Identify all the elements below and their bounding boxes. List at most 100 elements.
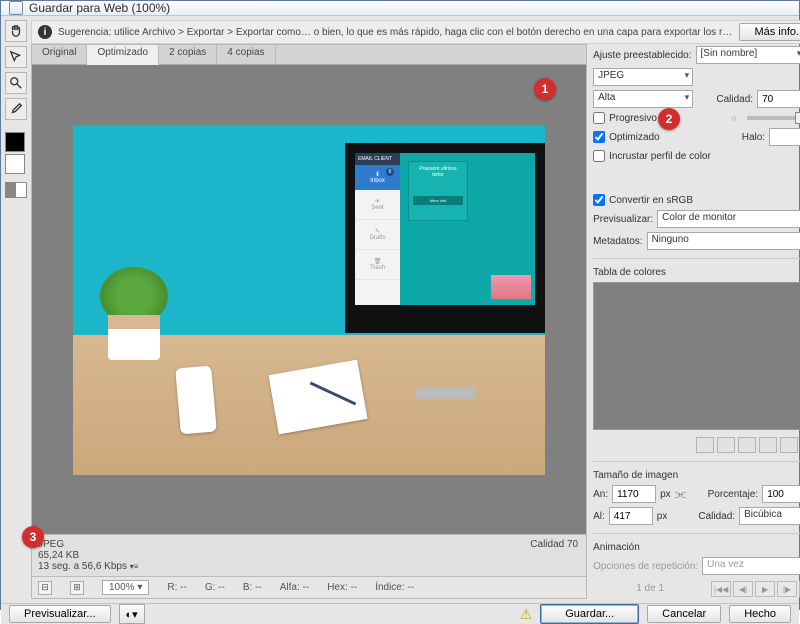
preview-button[interactable]: Previsualizar... (9, 605, 111, 623)
next-frame-button: |▶ (777, 581, 797, 597)
zoom-out-button[interactable]: ⊟ (38, 581, 52, 595)
tab-4up[interactable]: 4 copias (217, 45, 275, 64)
more-info-button[interactable]: Más info. (739, 23, 800, 41)
readout-hex: Hex: -- (327, 582, 357, 593)
px-unit-2: px (657, 511, 668, 522)
tab-optimized[interactable]: Optimizado (87, 45, 159, 65)
percent-label: Porcentaje: (708, 489, 759, 500)
optimized-label: Optimizado (609, 132, 660, 143)
percent-input[interactable] (762, 485, 800, 503)
ct-action-4[interactable] (759, 437, 777, 453)
blur-slider[interactable] (747, 116, 800, 120)
resample-select[interactable]: Bicúbica (739, 507, 800, 525)
window-icon (9, 1, 23, 15)
format-select[interactable]: JPEG (593, 68, 693, 86)
prev-frame-button: ◀| (733, 581, 753, 597)
quality-label: Calidad: (716, 94, 753, 105)
info-icon: i (38, 25, 52, 39)
embed-profile-label: Incrustar perfil de color (609, 151, 711, 162)
metadata-select[interactable]: Ninguno (647, 232, 800, 250)
quality-preset-select[interactable]: Alta (593, 90, 693, 108)
quality-input[interactable] (757, 90, 800, 108)
window-title: Guardar para Web (100%) (29, 1, 170, 15)
height-input[interactable] (609, 507, 653, 525)
cancel-button[interactable]: Cancelar (647, 605, 721, 623)
preview-panel: Original Optimizado 2 copias 4 copias (31, 44, 587, 599)
ct-action-2[interactable] (717, 437, 735, 453)
color-table (593, 282, 800, 430)
loop-options-select: Una vez (702, 557, 800, 575)
convert-srgb-checkbox[interactable] (593, 194, 605, 206)
blur-label: ○ (731, 113, 736, 123)
info-format: JPEG (38, 539, 580, 550)
hint-text: Sugerencia: utilice Archivo > Exportar >… (58, 27, 733, 38)
ct-lock-icon[interactable] (738, 437, 756, 453)
embed-profile-checkbox[interactable] (593, 150, 605, 162)
ct-action-1[interactable] (696, 437, 714, 453)
annotation-marker-1: 1 (534, 78, 556, 100)
preset-select[interactable]: [Sin nombre] (696, 46, 800, 64)
image-size-title: Tamaño de imagen (593, 470, 800, 481)
color-table-label: Tabla de colores (593, 267, 800, 278)
metadata-label: Metadatos: (593, 236, 642, 247)
color-swatches[interactable] (5, 132, 27, 174)
animation-title: Animación (593, 542, 800, 553)
annotation-marker-2: 2 (658, 108, 680, 130)
readout-alpha: Alfa: -- (280, 582, 309, 593)
annotation-marker-3: 3 (22, 526, 44, 548)
zoom-value[interactable]: 100% ▾ (102, 580, 149, 595)
background-swatch[interactable] (5, 154, 25, 174)
save-for-web-dialog: Guardar para Web (100%) i Sugerencia: ut… (0, 0, 800, 610)
zoom-status-bar: ⊟ ⊞ 100% ▾ R: -- G: -- B: -- Alfa: -- He… (32, 576, 586, 598)
done-button[interactable]: Hecho (729, 605, 791, 623)
play-button: ▶ (755, 581, 775, 597)
preview-mode-select[interactable]: Color de monitor (657, 210, 800, 228)
convert-srgb-label: Convertir en sRGB (609, 195, 693, 206)
zoom-tool[interactable] (5, 72, 27, 94)
preview-mode-label: Previsualizar: (593, 214, 653, 225)
matte-select[interactable] (769, 128, 800, 146)
color-table-actions (593, 437, 800, 453)
resample-label: Calidad: (698, 511, 735, 522)
frame-counter: 1 de 1 (593, 583, 707, 594)
tool-strip (5, 20, 27, 599)
zoom-in-button[interactable]: ⊞ (70, 581, 84, 595)
tab-2up[interactable]: 2 copias (159, 45, 217, 64)
info-filesize: 65,24 KB (38, 550, 580, 561)
progressive-label: Progresivo (609, 113, 657, 124)
preset-label: Ajuste preestablecido: (593, 50, 691, 61)
link-dimensions-icon[interactable]: ⫘ (675, 486, 687, 502)
preview-image: EMAIL CLIENT ⬇Inbox6 ✈Sent ✎Drafts 🗑Tras… (73, 125, 545, 475)
foreground-swatch[interactable] (5, 132, 25, 152)
dialog-footer: Previsualizar... ◐▾ ⚠ Guardar... Cancela… (1, 603, 799, 624)
loop-options-label: Opciones de repetición: (593, 561, 698, 572)
px-unit-1: px (660, 489, 671, 500)
height-label: Al: (593, 511, 605, 522)
matte-label: Halo: (742, 132, 765, 143)
preview-canvas-area[interactable]: EMAIL CLIENT ⬇Inbox6 ✈Sent ✎Drafts 🗑Tras… (32, 65, 586, 534)
optimized-checkbox[interactable] (593, 131, 605, 143)
preview-tabs: Original Optimizado 2 copias 4 copias (32, 45, 586, 65)
readout-g: G: -- (205, 582, 225, 593)
hint-bar: i Sugerencia: utilice Archivo > Exportar… (31, 20, 800, 44)
eyedropper-tool[interactable] (5, 98, 27, 120)
titlebar[interactable]: Guardar para Web (100%) (1, 1, 799, 16)
width-label: An: (593, 489, 608, 500)
info-download-time: 13 seg. a 56,6 Kbps (38, 561, 127, 572)
readout-r: R: -- (167, 582, 186, 593)
ct-action-5[interactable] (780, 437, 798, 453)
settings-panel: Ajuste preestablecido: [Sin nombre] ▾≡ J… (591, 44, 800, 599)
save-button[interactable]: Guardar... (540, 604, 639, 624)
readout-index: Índice: -- (375, 582, 414, 593)
preview-info-footer: JPEG 65,24 KB 13 seg. a 56,6 Kbps ▾≡ Cal… (32, 534, 586, 576)
slice-visibility-toggle[interactable] (5, 182, 27, 198)
width-input[interactable] (612, 485, 656, 503)
readout-b: B: -- (243, 582, 262, 593)
progressive-checkbox[interactable] (593, 112, 605, 124)
warning-icon: ⚠ (520, 606, 533, 623)
info-quality: Calidad 70 (530, 539, 578, 550)
browser-preview-button[interactable]: ◐▾ (119, 604, 145, 624)
hand-tool[interactable] (5, 20, 27, 42)
tab-original[interactable]: Original (32, 45, 87, 64)
slice-select-tool[interactable] (5, 46, 27, 68)
